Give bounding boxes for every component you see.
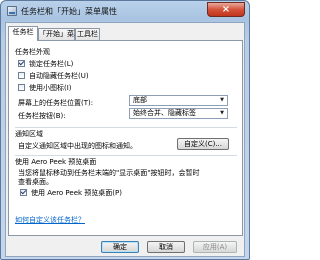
taskbar-location-select[interactable]: 底部 ▼ (129, 95, 228, 106)
aero-peek-label[interactable]: 使用 Aero Peek 预览桌面(P) (31, 188, 122, 198)
apply-button[interactable]: 应用(A) (193, 241, 237, 253)
help-link[interactable]: 如何自定义该任务栏？ (15, 215, 85, 225)
notification-area-description: 自定义通知区域中出现的图标和通知。 (18, 142, 137, 150)
appearance-heading: 任务栏外观 (15, 48, 50, 56)
taskbar-tab-panel: 任务栏外观 锁定任务栏(L) 自动隐藏任务栏(U) 使用小图标(I) 屏幕上的任… (8, 40, 243, 236)
taskbar-properties-window: 任务栏和「开始」菜单属性 × 任务栏 「开始」菜单 工具栏 任务栏外观 锁定任务… (0, 0, 250, 260)
lock-taskbar-label[interactable]: 锁定任务栏(L) (29, 59, 73, 69)
taskbar-properties-icon (7, 6, 17, 16)
chevron-down-icon: ▼ (220, 97, 224, 103)
taskbar-location-value: 底部 (133, 96, 147, 104)
small-icons-label[interactable]: 使用小图标(I) (29, 83, 72, 93)
chevron-down-icon: ▼ (220, 110, 224, 116)
title-bar[interactable]: 任务栏和「开始」菜单属性 × (1, 1, 249, 21)
section-divider (15, 127, 237, 128)
ok-button[interactable]: 确定 (101, 241, 139, 253)
small-icons-checkbox[interactable] (18, 84, 25, 91)
aero-peek-checkbox[interactable] (20, 189, 27, 196)
taskbar-buttons-label: 任务栏按钮(B): (18, 112, 66, 120)
taskbar-location-label: 屏幕上的任务栏位置(T): (18, 99, 94, 107)
tab-taskbar[interactable]: 任务栏 (8, 26, 38, 41)
dialog-body: 任务栏 「开始」菜单 工具栏 任务栏外观 锁定任务栏(L) 自动隐藏任务栏(U)… (5, 22, 245, 257)
aero-peek-description-line2: 查看桌面。 (18, 178, 53, 186)
lock-taskbar-checkbox[interactable] (18, 60, 25, 67)
tab-toolbars[interactable]: 工具栏 (75, 28, 100, 40)
close-button[interactable]: × (207, 2, 245, 17)
tab-start-menu[interactable]: 「开始」菜单 (38, 28, 81, 40)
auto-hide-checkbox[interactable] (18, 72, 25, 79)
taskbar-buttons-select[interactable]: 始终合并、隐藏标签 ▼ (129, 108, 228, 119)
section-divider (15, 155, 237, 156)
window-title: 任务栏和「开始」菜单属性 (21, 7, 117, 16)
customize-notifications-button[interactable]: 自定义(C)... (177, 138, 229, 150)
aero-peek-heading: 使用 Aero Peek 预览桌面 (15, 158, 97, 166)
auto-hide-label[interactable]: 自动隐藏任务栏(U) (29, 71, 89, 81)
cancel-button[interactable]: 取消 (147, 241, 185, 253)
taskbar-buttons-value: 始终合并、隐藏标签 (133, 109, 196, 117)
notification-area-heading: 通知区域 (15, 130, 43, 138)
